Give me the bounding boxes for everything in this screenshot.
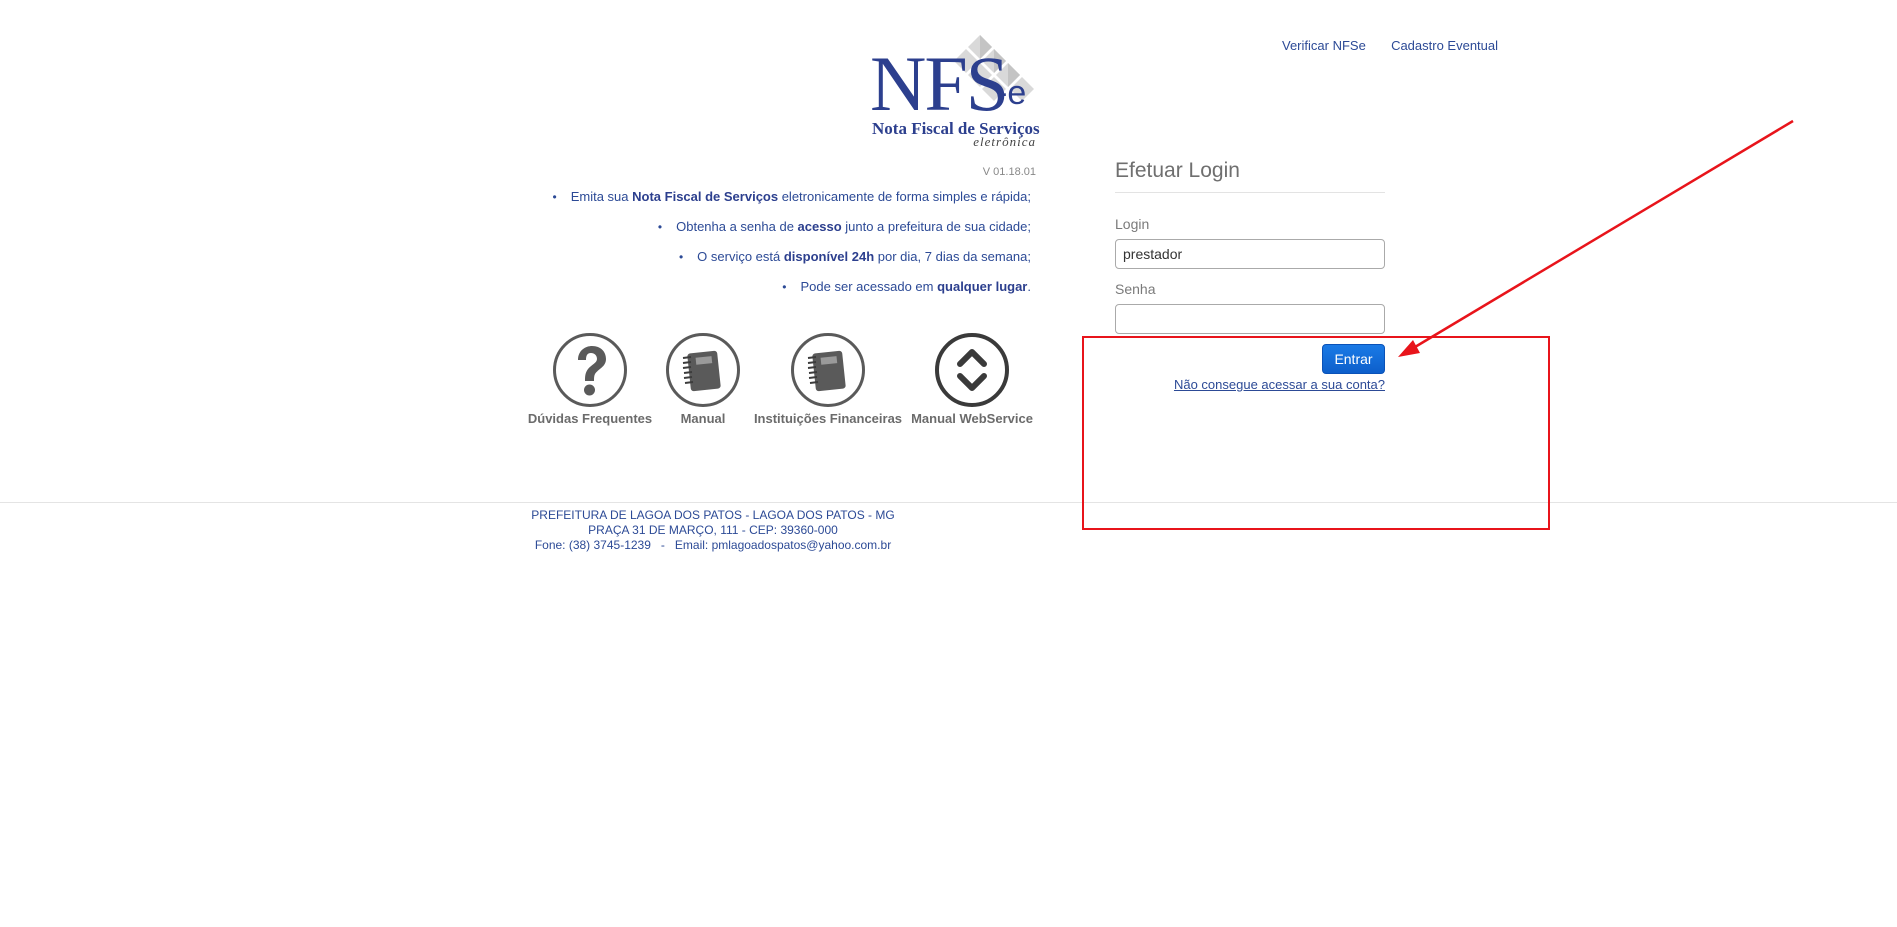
password-label: Senha [1115, 281, 1156, 297]
verify-nfse-link[interactable]: Verificar NFSe [1282, 38, 1366, 53]
logo-nfs-text: NFS [870, 40, 1009, 127]
logo-e-text: -e [996, 74, 1027, 112]
financial-institutions-shortcut[interactable]: Instituições Financeiras [748, 333, 908, 426]
version-label: V 01.18.01 [982, 166, 1036, 178]
webservice-manual-label: Manual WebService [911, 411, 1033, 426]
footer-line-3: Fone: (38) 3745-1239 - Email: pmlagoados… [534, 538, 892, 552]
up-down-chevron-icon [935, 333, 1009, 407]
login-label: Login [1115, 216, 1150, 232]
submit-button[interactable]: Entrar [1322, 344, 1385, 374]
bullet-icon: • [552, 190, 557, 204]
nfse-logo: NFS -e Nota Fiscal de Serviços eletrônic… [868, 33, 1040, 151]
bullet-icon: • [657, 220, 663, 234]
login-title: Efetuar Login [1115, 159, 1240, 182]
footer-divider [0, 502, 1897, 503]
question-icon [553, 333, 627, 407]
feature-item: • Obtenha a senha de acesso junto a prefe… [480, 216, 1031, 246]
annotation-highlight-box [1082, 336, 1550, 530]
feature-list: • Emita sua Nota Fiscal de Serviços eletr… [480, 186, 1031, 306]
feature-item: • Pode ser acessado em qualquer lugar. [480, 276, 1031, 306]
feature-item: • Emita sua Nota Fiscal de Serviços eletr… [480, 186, 1031, 216]
page: Verificar NFSe Cadastro Eventual NFS -e … [0, 0, 1897, 927]
password-input[interactable] [1115, 304, 1385, 334]
footer-line-1: PREFEITURA DE LAGOA DOS PATOS - LAGOA DO… [531, 508, 895, 522]
financial-institutions-label: Instituições Financeiras [753, 411, 903, 426]
logo-subtitle-eletronica: eletrônica [973, 134, 1036, 149]
notebook-icon [791, 333, 865, 407]
forgot-account-link[interactable]: Não consegue acessar a sua conta? [1115, 377, 1385, 392]
feature-item: • O serviço está disponível 24h por dia, … [480, 246, 1031, 276]
login-input[interactable] [1115, 239, 1385, 269]
bullet-icon: • [678, 250, 684, 264]
occasional-registration-link[interactable]: Cadastro Eventual [1391, 38, 1498, 53]
top-links: Verificar NFSe Cadastro Eventual [1282, 38, 1498, 53]
footer-line-2: PRAÇA 31 DE MARÇO, 111 - CEP: 39360-000 [588, 523, 838, 537]
bullet-icon: • [782, 280, 787, 294]
login-divider [1115, 192, 1385, 193]
notebook-icon [666, 333, 740, 407]
footer: PREFEITURA DE LAGOA DOS PATOS - LAGOA DO… [0, 508, 1426, 553]
webservice-manual-shortcut[interactable]: Manual WebService [892, 333, 1052, 426]
